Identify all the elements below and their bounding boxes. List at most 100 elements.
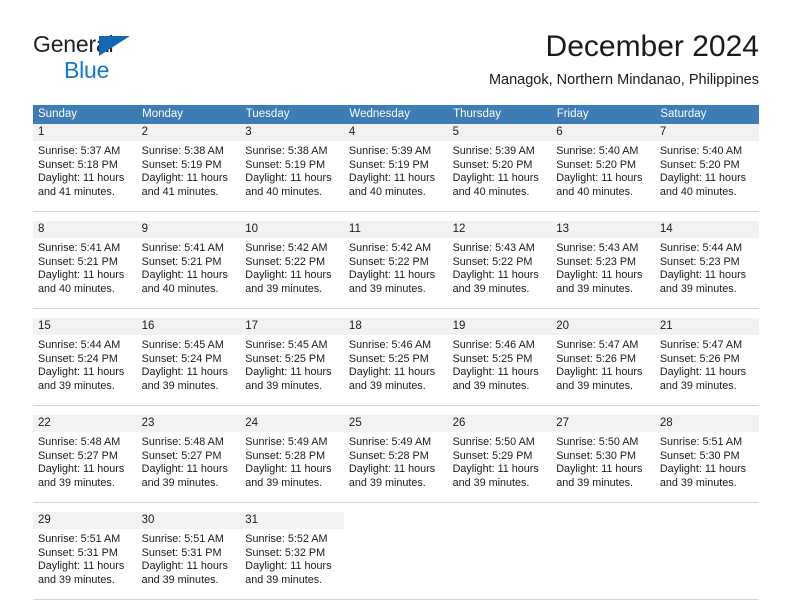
day-sun-info: Sunrise: 5:44 AM Sunset: 5:23 PM Daylight:… xyxy=(655,238,759,296)
day-number: 23 xyxy=(136,415,241,432)
day-cell-inner: 19 Sunrise: 5:46 AM Sunset: 5:25 PM Dayligh… xyxy=(447,318,552,405)
sunset-text: Sunset: 5:26 PM xyxy=(659,352,740,365)
calendar-day-cell[interactable]: 19 Sunrise: 5:46 AM Sunset: 5:25 PM Dayligh… xyxy=(447,318,552,406)
sunrise-text: Sunrise: 5:51 AM xyxy=(38,533,121,545)
daylight-text-line1: Daylight: 11 hours xyxy=(348,366,436,379)
sunset-text: Sunset: 5:23 PM xyxy=(556,255,637,268)
day-number: 16 xyxy=(136,318,241,335)
sunset-text: Sunset: 5:31 PM xyxy=(38,546,118,559)
calendar-day-cell[interactable]: 13 Sunrise: 5:43 AM Sunset: 5:23 PM Dayligh… xyxy=(551,221,655,309)
calendar-day-cell[interactable]: 1 Sunrise: 5:37 AM Sunset: 5:18 PM Daylight… xyxy=(33,124,137,212)
daylight-text-line1: Daylight: 11 hours xyxy=(245,463,332,476)
day-number: 5 xyxy=(447,124,552,141)
daylight-text-line1: Daylight: 11 hours xyxy=(38,269,125,282)
weekday-header-friday: Friday xyxy=(551,105,656,124)
weekday-header-monday: Monday xyxy=(136,105,241,124)
weekday-header-sunday: Sunday xyxy=(33,105,138,124)
day-number: 21 xyxy=(654,318,759,335)
calendar-day-cell[interactable]: 20 Sunrise: 5:47 AM Sunset: 5:26 PM Dayligh… xyxy=(551,318,655,406)
day-sun-info: Sunrise: 5:48 AM Sunset: 5:27 PM Daylight:… xyxy=(137,432,241,490)
sunrise-text: Sunrise: 5:52 AM xyxy=(245,533,328,545)
daylight-text-line1: Daylight: 11 hours xyxy=(245,560,332,573)
daylight-text-line2: and 39 minutes. xyxy=(659,282,737,295)
sunset-text: Sunset: 5:23 PM xyxy=(659,255,740,268)
sunset-text: Sunset: 5:19 PM xyxy=(141,158,222,171)
calendar-day-cell[interactable]: 26 Sunrise: 5:50 AM Sunset: 5:29 PM Dayligh… xyxy=(447,415,552,503)
calendar-day-cell[interactable]: 2 Sunrise: 5:38 AM Sunset: 5:19 PM Daylight… xyxy=(136,124,241,212)
sunrise-text: Sunrise: 5:38 AM xyxy=(141,145,224,157)
day-number: 3 xyxy=(240,124,344,141)
daylight-text-line2: and 39 minutes. xyxy=(348,282,426,295)
daylight-text-line2: and 39 minutes. xyxy=(452,379,530,392)
day-number: 25 xyxy=(343,415,448,432)
calendar-day-cell[interactable]: 10 Sunrise: 5:42 AM Sunset: 5:22 PM Dayligh… xyxy=(240,221,344,309)
day-number: 11 xyxy=(343,221,448,238)
day-number: 31 xyxy=(240,512,344,529)
day-cell-inner: 20 Sunrise: 5:47 AM Sunset: 5:26 PM Dayligh… xyxy=(551,318,655,405)
daylight-text-line2: and 40 minutes. xyxy=(452,185,530,198)
calendar-day-cell[interactable]: 25 Sunrise: 5:49 AM Sunset: 5:28 PM Dayligh… xyxy=(343,415,448,503)
day-sun-info: Sunrise: 5:51 AM Sunset: 5:30 PM Daylight:… xyxy=(655,432,759,490)
day-number xyxy=(654,512,759,529)
calendar-day-cell[interactable]: 9 Sunrise: 5:41 AM Sunset: 5:21 PM Daylight… xyxy=(136,221,241,309)
calendar-day-cell[interactable]: 12 Sunrise: 5:43 AM Sunset: 5:22 PM Dayligh… xyxy=(447,221,552,309)
day-cell-inner: 10 Sunrise: 5:42 AM Sunset: 5:22 PM Dayligh… xyxy=(240,221,344,308)
sunset-text: Sunset: 5:27 PM xyxy=(141,449,222,462)
calendar-day-cell[interactable]: 28 Sunrise: 5:51 AM Sunset: 5:30 PM Dayligh… xyxy=(654,415,759,503)
sunrise-text: Sunrise: 5:50 AM xyxy=(452,436,535,448)
calendar-day-cell[interactable]: 14 Sunrise: 5:44 AM Sunset: 5:23 PM Dayligh… xyxy=(654,221,759,309)
calendar-day-cell[interactable]: 30 Sunrise: 5:51 AM Sunset: 5:31 PM Dayligh… xyxy=(136,512,241,600)
sunrise-text: Sunrise: 5:45 AM xyxy=(141,339,224,351)
calendar-day-cell[interactable]: 8 Sunrise: 5:41 AM Sunset: 5:21 PM Daylight… xyxy=(33,221,137,309)
logo-word-blue: Blue xyxy=(64,57,110,83)
calendar-day-cell[interactable]: 16 Sunrise: 5:45 AM Sunset: 5:24 PM Dayligh… xyxy=(136,318,241,406)
day-sun-info: Sunrise: 5:47 AM Sunset: 5:26 PM Daylight:… xyxy=(655,335,759,393)
calendar-day-cell[interactable]: 11 Sunrise: 5:42 AM Sunset: 5:22 PM Dayligh… xyxy=(343,221,448,309)
calendar-day-cell[interactable]: 7 Sunrise: 5:40 AM Sunset: 5:20 PM Daylight… xyxy=(654,124,759,212)
sunset-text: Sunset: 5:22 PM xyxy=(348,255,429,268)
day-sun-info: Sunrise: 5:52 AM Sunset: 5:32 PM Daylight:… xyxy=(240,529,344,587)
day-sun-info: Sunrise: 5:49 AM Sunset: 5:28 PM Daylight:… xyxy=(344,432,448,490)
daylight-text-line1: Daylight: 11 hours xyxy=(556,172,643,185)
sunset-text: Sunset: 5:20 PM xyxy=(659,158,740,171)
day-cell-inner xyxy=(447,512,552,599)
page-title: December 2024 xyxy=(545,30,759,63)
calendar-day-cell[interactable]: 18 Sunrise: 5:46 AM Sunset: 5:25 PM Dayligh… xyxy=(343,318,448,406)
calendar-day-cell[interactable]: 21 Sunrise: 5:47 AM Sunset: 5:26 PM Dayligh… xyxy=(654,318,759,406)
daylight-text-line2: and 39 minutes. xyxy=(348,379,426,392)
sunrise-text: Sunrise: 5:43 AM xyxy=(452,242,535,254)
calendar-day-cell[interactable]: 24 Sunrise: 5:49 AM Sunset: 5:28 PM Dayligh… xyxy=(240,415,344,503)
daylight-text-line1: Daylight: 11 hours xyxy=(556,463,643,476)
daylight-text-line1: Daylight: 11 hours xyxy=(38,463,125,476)
day-number: 18 xyxy=(343,318,448,335)
calendar-day-cell[interactable]: 3 Sunrise: 5:38 AM Sunset: 5:19 PM Daylight… xyxy=(240,124,344,212)
daylight-text-line2: and 39 minutes. xyxy=(556,379,634,392)
day-cell-inner: 11 Sunrise: 5:42 AM Sunset: 5:22 PM Dayligh… xyxy=(343,221,448,308)
calendar-day-cell[interactable]: 23 Sunrise: 5:48 AM Sunset: 5:27 PM Dayligh… xyxy=(136,415,241,503)
calendar-day-cell[interactable]: 15 Sunrise: 5:44 AM Sunset: 5:24 PM Dayligh… xyxy=(33,318,137,406)
day-number: 7 xyxy=(654,124,759,141)
sunrise-sunset-calendar: Sunday Monday Tuesday Wednesday Thursday Frid… xyxy=(33,105,759,600)
calendar-day-cell[interactable]: 27 Sunrise: 5:50 AM Sunset: 5:30 PM Dayligh… xyxy=(551,415,655,503)
daylight-text-line1: Daylight: 11 hours xyxy=(348,172,436,185)
day-cell-inner xyxy=(654,512,759,599)
calendar-day-cell[interactable]: 29 Sunrise: 5:51 AM Sunset: 5:31 PM Dayligh… xyxy=(33,512,137,600)
sunrise-text: Sunrise: 5:40 AM xyxy=(659,145,743,157)
daylight-text-line2: and 40 minutes. xyxy=(141,282,219,295)
daylight-text-line1: Daylight: 11 hours xyxy=(141,463,228,476)
day-number: 29 xyxy=(33,512,137,529)
day-number: 8 xyxy=(33,221,137,238)
calendar-day-cell[interactable]: 22 Sunrise: 5:48 AM Sunset: 5:27 PM Dayligh… xyxy=(33,415,137,503)
calendar-day-cell[interactable]: 5 Sunrise: 5:39 AM Sunset: 5:20 PM Daylight… xyxy=(447,124,552,212)
calendar-day-cell[interactable]: 17 Sunrise: 5:45 AM Sunset: 5:25 PM Dayligh… xyxy=(240,318,344,406)
day-number: 1 xyxy=(33,124,137,141)
calendar-day-cell[interactable]: 4 Sunrise: 5:39 AM Sunset: 5:19 PM Daylight… xyxy=(343,124,448,212)
calendar-day-cell[interactable]: 31 Sunrise: 5:52 AM Sunset: 5:32 PM Dayligh… xyxy=(240,512,344,600)
calendar-day-cell[interactable]: 6 Sunrise: 5:40 AM Sunset: 5:20 PM Daylight… xyxy=(551,124,655,212)
calendar-week-row: 8 Sunrise: 5:41 AM Sunset: 5:21 PM Daylight… xyxy=(33,221,759,309)
daylight-text-line2: and 39 minutes. xyxy=(556,476,634,489)
day-number: 14 xyxy=(654,221,759,238)
sunrise-text: Sunrise: 5:49 AM xyxy=(348,436,432,448)
day-sun-info: Sunrise: 5:41 AM Sunset: 5:21 PM Daylight:… xyxy=(137,238,241,296)
daylight-text-line2: and 39 minutes. xyxy=(348,476,426,489)
